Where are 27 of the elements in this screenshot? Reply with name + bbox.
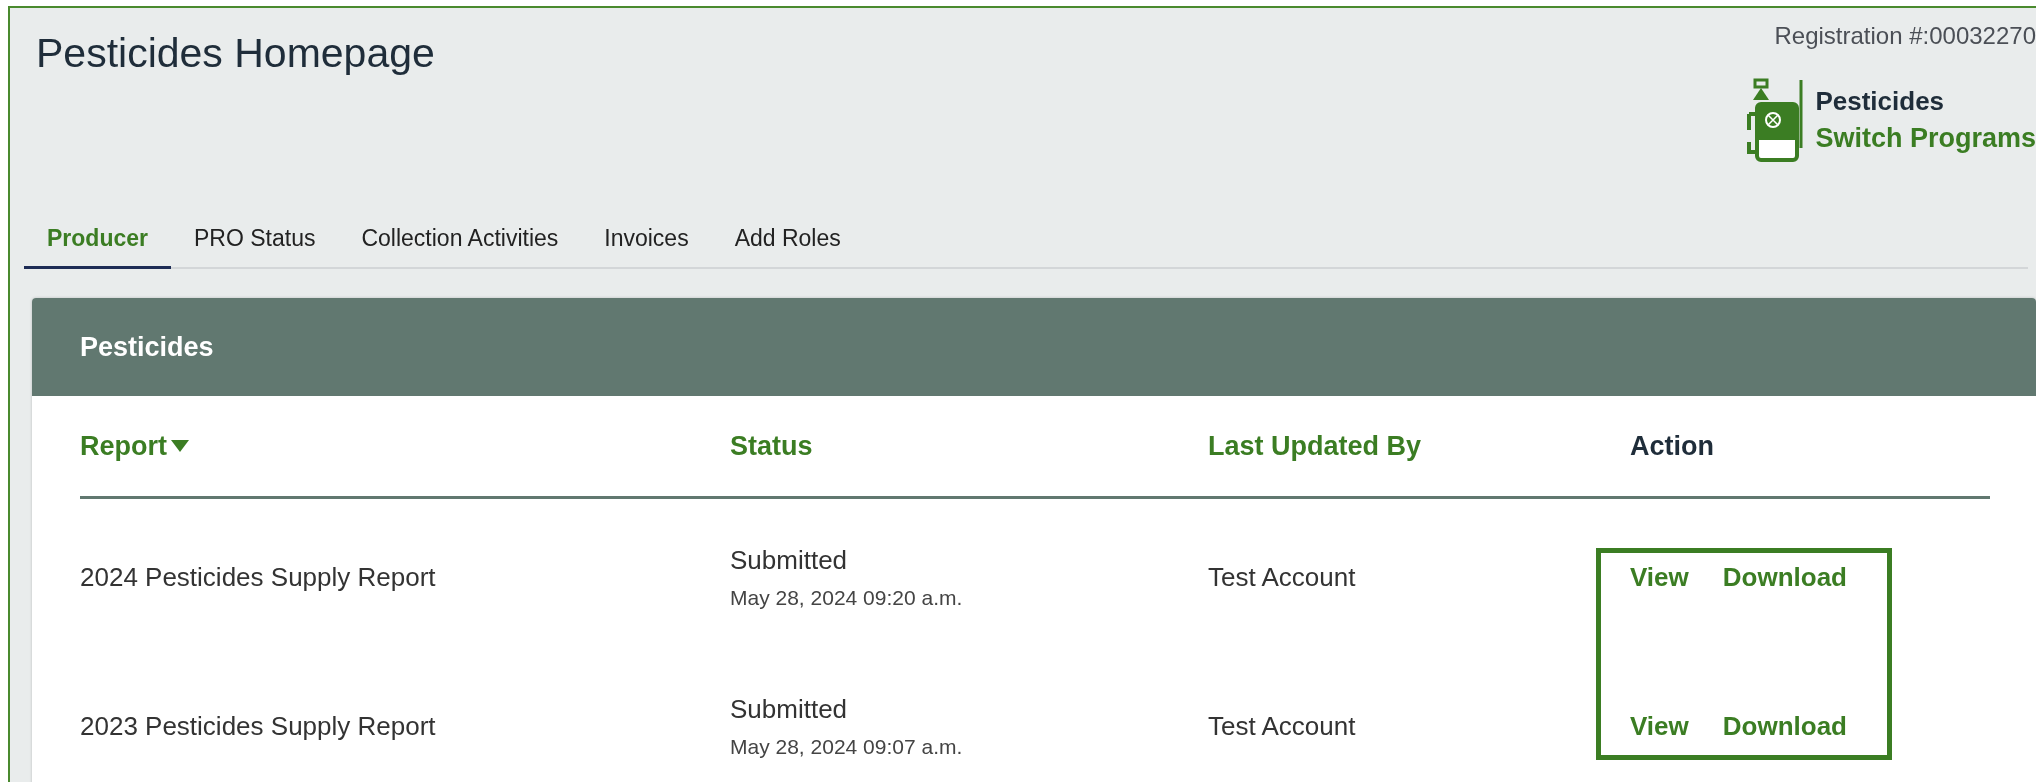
page-title: Pesticides Homepage [36, 30, 435, 78]
status-text: Submitted [730, 545, 849, 576]
status-text: Submitted [730, 694, 849, 725]
updated-by-text: Test Account [1208, 711, 1357, 742]
view-link[interactable]: View [1630, 562, 1689, 593]
report-name: 2024 Pesticides Supply Report [80, 562, 437, 593]
tab[interactable]: Invoices [581, 217, 712, 269]
tab[interactable]: PRO Status [171, 217, 339, 269]
sort-caret-icon[interactable] [171, 440, 189, 452]
column-header[interactable]: Report [80, 430, 189, 462]
tab[interactable]: Producer [24, 217, 171, 269]
updated-by-text: Test Account [1208, 562, 1357, 593]
registration-number: Registration #:00032270 [1774, 22, 2036, 50]
download-link[interactable]: Download [1722, 562, 1847, 593]
download-link[interactable]: Download [1722, 711, 1847, 742]
tab[interactable]: Collection Activities [338, 217, 582, 269]
report-name: 2023 Pesticides Supply Report [80, 711, 437, 742]
card-title: Pesticides [80, 331, 214, 363]
column-header[interactable]: Status [730, 430, 813, 462]
switch-programs-link[interactable]: Switch Programs [1815, 123, 2036, 154]
view-link[interactable]: View [1630, 711, 1689, 742]
column-header[interactable]: Last Updated By [1208, 430, 1422, 462]
column-header: Action [1630, 430, 1714, 462]
status-date: May 28, 2024 09:07 a.m. [730, 735, 964, 759]
program-name: Pesticides [1815, 86, 1946, 117]
tab[interactable]: Add Roles [711, 217, 864, 269]
status-date: May 28, 2024 09:20 a.m. [730, 586, 964, 610]
